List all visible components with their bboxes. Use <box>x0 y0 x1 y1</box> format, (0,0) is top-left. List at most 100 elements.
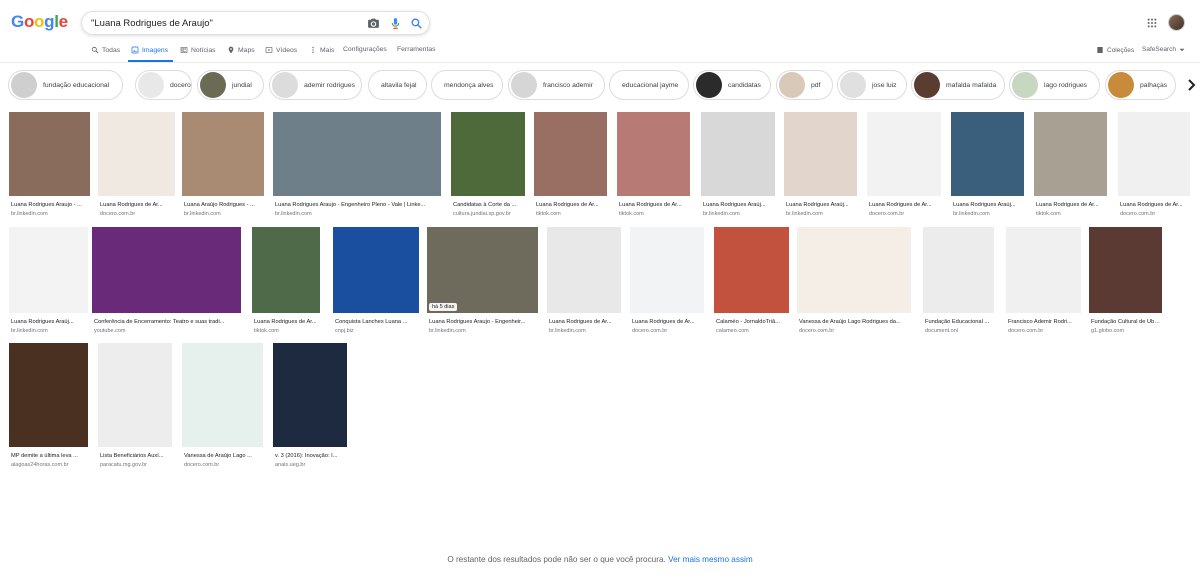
result-thumbnail[interactable] <box>98 343 172 447</box>
result-title[interactable]: Calaméo - JornaldoTriâ... <box>716 319 789 325</box>
image-result[interactable]: Francisco Ademir Rodri... docero.com.br <box>1006 227 1081 343</box>
result-thumbnail[interactable] <box>923 227 994 313</box>
image-result[interactable]: Luana Rodrigues Araúj... br.linkedin.com <box>784 112 857 226</box>
image-result[interactable]: Fundação Cultural de Uberaba, M... g1.glo… <box>1089 227 1162 343</box>
apps-grid-icon[interactable] <box>1147 18 1157 28</box>
result-thumbnail[interactable] <box>9 112 90 196</box>
chip-candidatas[interactable]: candidatas <box>693 70 771 100</box>
result-title[interactable]: Francisco Ademir Rodri... <box>1008 319 1081 325</box>
result-thumbnail[interactable] <box>617 112 690 196</box>
chip-ademir-rodrigues[interactable]: ademir rodrigues <box>269 70 362 100</box>
result-thumbnail[interactable] <box>714 227 789 313</box>
image-result[interactable]: Luana Rodrigues Araujo - ... br.linkedin.… <box>9 112 90 226</box>
image-result[interactable]: Luana Rodrigues de Ar... tiktok.com <box>534 112 607 226</box>
result-thumbnail[interactable] <box>273 112 441 196</box>
camera-icon[interactable] <box>367 17 380 30</box>
image-result[interactable]: Luana Rodrigues Araúj... br.linkedin.com <box>9 227 88 343</box>
chip-palhaças[interactable]: palhaças <box>1105 70 1176 100</box>
image-result[interactable]: Luana Rodrigues Araúj... br.linkedin.com <box>951 112 1024 226</box>
result-title[interactable]: Luana Rodrigues de Ar... <box>254 319 320 325</box>
chip-jose-luiz[interactable]: jose luiz <box>837 70 907 100</box>
result-thumbnail[interactable] <box>1118 112 1190 196</box>
image-result[interactable]: Luana Rodrigues de Ar... docero.com.br <box>630 227 704 343</box>
result-title[interactable]: Luana Rodrigues de Ar... <box>100 202 175 208</box>
result-title[interactable]: Conquista Lanches Luana ... <box>335 319 419 325</box>
image-result[interactable]: Luana Rodrigues de Ar... tiktok.com <box>1034 112 1107 226</box>
show-more-link[interactable]: Ver mais mesmo assim <box>668 555 753 564</box>
result-thumbnail[interactable] <box>701 112 775 196</box>
result-title[interactable]: Luana Rodrigues de Ar... <box>1120 202 1190 208</box>
result-thumbnail[interactable] <box>333 227 419 313</box>
image-result[interactable]: Luana Rodrigues de Ar... docero.com.br <box>98 112 175 226</box>
chip-lago-rodrigues[interactable]: lago rodrigues <box>1009 70 1100 100</box>
tab-videos[interactable]: Vídeos <box>265 46 297 54</box>
chip-altavila-fejal[interactable]: altavila fejal <box>368 70 427 100</box>
result-title[interactable]: Fundação Educacional ... <box>925 319 994 325</box>
result-title[interactable]: Luana Rodrigues de Ar... <box>536 202 607 208</box>
result-title[interactable]: Luana Rodrigues de Ar... <box>632 319 704 325</box>
chip-jundiaí[interactable]: jundiaí <box>197 70 264 100</box>
result-thumbnail[interactable] <box>92 227 241 313</box>
result-title[interactable]: v. 3 (2016): Inovação: I... <box>275 453 347 459</box>
result-thumbnail[interactable] <box>630 227 704 313</box>
chip-mafalda-mafalda[interactable]: mafalda mafalda <box>911 70 1005 100</box>
result-thumbnail[interactable] <box>784 112 857 196</box>
image-result[interactable]: Luana Rodrigues de Ar... br.linkedin.com <box>547 227 621 343</box>
result-thumbnail[interactable] <box>534 112 607 196</box>
result-title[interactable]: Luana Rodrigues de Ar... <box>619 202 690 208</box>
tab-mais[interactable]: Mais <box>309 46 334 54</box>
chip-docero[interactable]: docero <box>135 70 192 100</box>
result-thumbnail[interactable] <box>182 112 264 196</box>
result-title[interactable]: Luana Rodrigues Araujo - ... <box>11 202 90 208</box>
result-thumbnail[interactable]: há 5 dias <box>427 227 538 313</box>
result-title[interactable]: Luana Rodrigues de Ar... <box>549 319 621 325</box>
result-thumbnail[interactable] <box>1089 227 1162 313</box>
result-title[interactable]: MP demite a última leva ... <box>11 453 88 459</box>
result-title[interactable]: Candidatas à Corte da ... <box>453 202 525 208</box>
result-title[interactable]: Luana Rodrigues Araúj... <box>786 202 857 208</box>
image-result[interactable]: Conferência de Encerramento: Teatro e su… <box>92 227 241 343</box>
result-thumbnail[interactable] <box>9 343 88 447</box>
result-thumbnail[interactable] <box>451 112 525 196</box>
result-title[interactable]: Luana Araújo Rodrigues - ... <box>184 202 264 208</box>
chip-francisco-ademir[interactable]: francisco ademir <box>508 70 605 100</box>
tab-ferramentas[interactable]: Ferramentas <box>397 46 436 53</box>
image-result[interactable]: Vanessa de Araújo Lago Rodrigues da... do… <box>797 227 911 343</box>
tab-maps[interactable]: Maps <box>227 46 255 54</box>
result-title[interactable]: Luana Rodrigues Araúj... <box>953 202 1024 208</box>
result-title[interactable]: Luana Rodrigues Araúj... <box>11 319 88 325</box>
search-input[interactable] <box>91 16 361 31</box>
result-thumbnail[interactable] <box>1006 227 1081 313</box>
result-title[interactable]: Luana Rodrigues Araujo - Engenheiro Plen… <box>275 202 441 208</box>
result-thumbnail[interactable] <box>951 112 1024 196</box>
image-result[interactable]: Luana Rodrigues de Ar... tiktok.com <box>617 112 690 226</box>
image-result[interactable]: Luana Rodrigues de Ar... docero.com.br <box>1118 112 1190 226</box>
result-thumbnail[interactable] <box>867 112 941 196</box>
result-title[interactable]: Lista Beneficiários Auxí... <box>100 453 172 459</box>
image-result[interactable]: Candidatas à Corte da ... cultura.jundiai… <box>451 112 525 226</box>
tab-todas[interactable]: Todas <box>91 46 120 54</box>
result-thumbnail[interactable] <box>547 227 621 313</box>
tab-configuracoes[interactable]: Configurações <box>343 46 387 53</box>
microphone-icon[interactable] <box>389 17 402 30</box>
image-result[interactable]: Luana Rodrigues de Ar... docero.com.br <box>867 112 941 226</box>
account-avatar[interactable] <box>1168 14 1185 31</box>
result-thumbnail[interactable] <box>1034 112 1107 196</box>
result-title[interactable]: Fundação Cultural de Uberaba, M... <box>1091 319 1162 325</box>
image-result[interactable]: há 5 dias Luana Rodrigues Araujo - Engenh… <box>427 227 538 343</box>
image-result[interactable]: Conquista Lanches Luana ... cnpj.biz <box>333 227 419 343</box>
image-result[interactable]: Luana Araújo Rodrigues - ... br.linkedin.… <box>182 112 264 226</box>
tab-noticias[interactable]: Notícias <box>180 46 216 54</box>
image-result[interactable]: Lista Beneficiários Auxí... paracatu.mg.g… <box>98 343 172 477</box>
chip-educacional-jayme[interactable]: educacional jayme <box>609 70 689 100</box>
image-result[interactable]: v. 3 (2016): Inovação: I... anais.ueg.br <box>273 343 347 477</box>
result-thumbnail[interactable] <box>182 343 263 447</box>
image-result[interactable]: Luana Rodrigues Araujo - Engenheiro Plen… <box>273 112 441 226</box>
image-result[interactable]: MP demite a última leva ... alagoas24hora… <box>9 343 88 477</box>
result-title[interactable]: Luana Rodrigues de Ar... <box>1036 202 1107 208</box>
result-title[interactable]: Luana Rodrigues Araúj... <box>703 202 775 208</box>
result-thumbnail[interactable] <box>98 112 175 196</box>
result-title[interactable]: Conferência de Encerramento: Teatro e su… <box>94 319 241 325</box>
google-logo[interactable]: Google <box>11 12 68 32</box>
image-result[interactable]: Fundação Educacional ... document.onl <box>923 227 994 343</box>
